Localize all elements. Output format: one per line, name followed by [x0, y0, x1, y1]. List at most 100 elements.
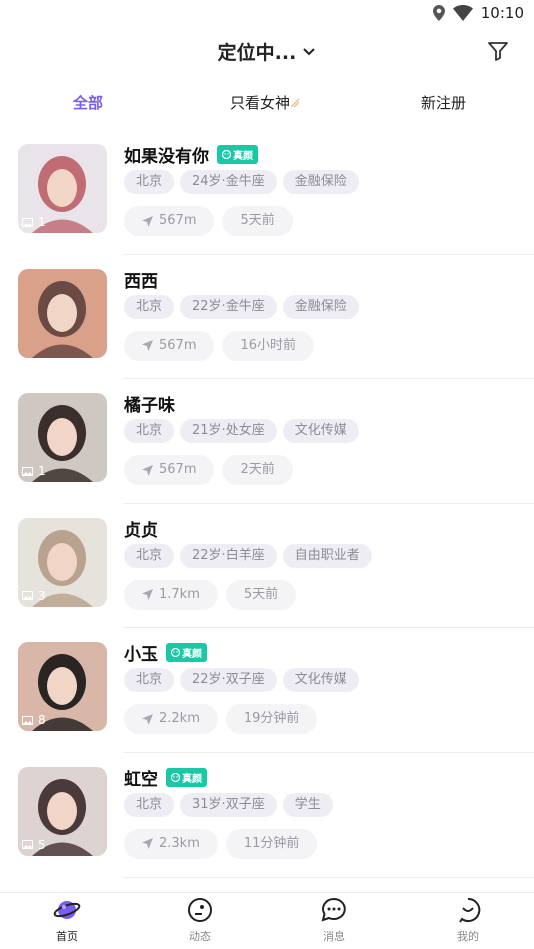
- avatar[interactable]: [18, 268, 107, 358]
- avatar[interactable]: 3: [18, 517, 107, 607]
- name-row: 贞贞: [124, 516, 158, 541]
- nav-home[interactable]: 首页: [27, 897, 107, 944]
- photo-count-badge: 1: [22, 215, 46, 229]
- distance: 2.3km: [159, 835, 200, 851]
- avatar[interactable]: 1: [18, 393, 107, 483]
- distance: 567m: [159, 213, 197, 228]
- verified-badge: 真颜: [166, 767, 207, 787]
- top-bar: 定位中...: [0, 30, 534, 74]
- photo-count-badge: 8: [22, 713, 46, 727]
- navigation-arrow-icon: [142, 215, 153, 227]
- nav-messages[interactable]: 消息: [294, 897, 374, 944]
- city-tag: 北京: [124, 419, 175, 444]
- last-seen: 2天前: [240, 462, 275, 478]
- user-name: 贞贞: [124, 520, 158, 541]
- avatar[interactable]: 8: [18, 642, 107, 732]
- location-selector[interactable]: 定位中...: [0, 38, 534, 65]
- nav-mine-label: 我的: [457, 930, 479, 943]
- list-item[interactable]: 8 小玉 真颜 北京 22岁·双子座 文化传媒 2.2km 19分钟前: [0, 628, 534, 753]
- tab-all[interactable]: 全部: [73, 92, 103, 113]
- photo-count: 5: [38, 837, 46, 852]
- list-item[interactable]: 1 如果没有你 真颜 北京 24岁·金牛座 金融保险 567m 5天前: [0, 130, 534, 255]
- photo-count-badge: 3: [22, 589, 46, 603]
- face-verified-icon: [171, 772, 180, 782]
- last-seen-pill: 2天前: [222, 455, 293, 486]
- list-item[interactable]: 5 虹空 真颜 北京 31岁·双子座 学生 2.3km 11分钟前: [0, 753, 534, 878]
- last-seen-pill: 19分钟前: [225, 704, 318, 735]
- bottom-nav: 首页 动态 消息 我的: [0, 892, 534, 949]
- verified-label: 真颜: [182, 649, 202, 661]
- last-seen-pill: 16小时前: [222, 330, 315, 361]
- job-tag: 文化传媒: [282, 668, 359, 693]
- photo-count: 3: [38, 588, 46, 603]
- name-row: 如果没有你 真颜: [124, 142, 258, 167]
- filter-icon[interactable]: [486, 39, 510, 63]
- last-seen-pill: 11分钟前: [225, 828, 318, 859]
- meta-row: 2.2km 19分钟前: [124, 704, 318, 735]
- image-icon: [22, 466, 33, 476]
- distance-pill: 567m: [124, 330, 215, 361]
- distance: 567m: [159, 337, 197, 353]
- user-name: 虹空: [124, 769, 158, 790]
- job-tag: 自由职业者: [282, 543, 372, 568]
- user-name: 如果没有你: [124, 147, 209, 167]
- tab-goddess[interactable]: 只看女神: [230, 92, 300, 113]
- navigation-arrow-icon: [142, 838, 153, 850]
- eye-face-icon: [188, 898, 212, 922]
- tab-new[interactable]: 新注册: [421, 92, 466, 113]
- user-name: 西西: [124, 271, 158, 292]
- navigation-arrow-icon: [142, 340, 153, 352]
- list-item[interactable]: 3 贞贞 北京 22岁·白羊座 自由职业者 1.7km 5天前: [0, 504, 534, 629]
- location-pin-icon: [432, 5, 445, 21]
- image-icon: [22, 217, 33, 227]
- page-title: 定位中...: [217, 42, 297, 64]
- city-tag: 北京: [124, 294, 175, 319]
- last-seen-pill: 5天前: [222, 206, 293, 236]
- avatar[interactable]: 5: [18, 766, 107, 856]
- user-list: 1 如果没有你 真颜 北京 24岁·金牛座 金融保险 567m 5天前 西西 北…: [0, 130, 534, 878]
- age-sign-tag: 22岁·白羊座: [180, 543, 277, 568]
- avatar[interactable]: 1: [18, 144, 107, 233]
- last-seen-pill: 5天前: [225, 579, 297, 610]
- tag-row: 北京 31岁·双子座 学生: [124, 792, 333, 817]
- tab-goddess-label: 只看女神: [230, 94, 291, 112]
- city-tag: 北京: [124, 792, 175, 817]
- photo-count: 8: [38, 713, 46, 728]
- job-tag: 金融保险: [282, 170, 359, 194]
- navigation-arrow-icon: [142, 589, 153, 601]
- age-sign-tag: 22岁·双子座: [180, 668, 277, 693]
- status-icons: 10:10: [432, 4, 524, 22]
- list-item[interactable]: 西西 北京 22岁·金牛座 金融保险 567m 16小时前: [0, 255, 534, 380]
- chat-bubble-icon: [321, 897, 346, 922]
- verified-badge: 真颜: [166, 643, 207, 663]
- name-row: 虹空 真颜: [124, 765, 207, 790]
- distance: 2.2km: [159, 711, 200, 727]
- city-tag: 北京: [124, 668, 175, 693]
- last-seen: 11分钟前: [243, 835, 300, 851]
- chevron-down-icon: [303, 47, 316, 55]
- name-row: 橘子味: [124, 391, 175, 416]
- name-row: 小玉 真颜: [124, 640, 207, 665]
- user-name: 小玉: [124, 645, 158, 666]
- city-tag: 北京: [124, 543, 175, 568]
- last-seen: 5天前: [240, 213, 275, 228]
- meta-row: 1.7km 5天前: [124, 579, 297, 610]
- image-icon: [22, 591, 33, 601]
- meta-row: 567m 2天前: [124, 455, 293, 486]
- tag-row: 北京 21岁·处女座 文化传媒: [124, 419, 359, 444]
- distance-pill: 2.3km: [124, 828, 218, 859]
- nav-mine[interactable]: 我的: [428, 897, 508, 944]
- wifi-icon: [452, 5, 473, 21]
- sparkle-icon: [290, 98, 300, 108]
- divider: [123, 876, 534, 878]
- job-tag: 学生: [282, 792, 333, 817]
- list-item[interactable]: 1 橘子味 北京 21岁·处女座 文化传媒 567m 2天前: [0, 379, 534, 504]
- tag-row: 北京 22岁·金牛座 金融保险: [124, 294, 359, 319]
- tag-row: 北京 22岁·双子座 文化传媒: [124, 668, 359, 693]
- job-tag: 金融保险: [282, 294, 359, 319]
- image-icon: [22, 715, 33, 725]
- face-verified-icon: [171, 648, 180, 658]
- nav-dynamic[interactable]: 动态: [160, 897, 240, 944]
- user-name: 橘子味: [124, 396, 175, 417]
- planet-icon: [53, 901, 81, 919]
